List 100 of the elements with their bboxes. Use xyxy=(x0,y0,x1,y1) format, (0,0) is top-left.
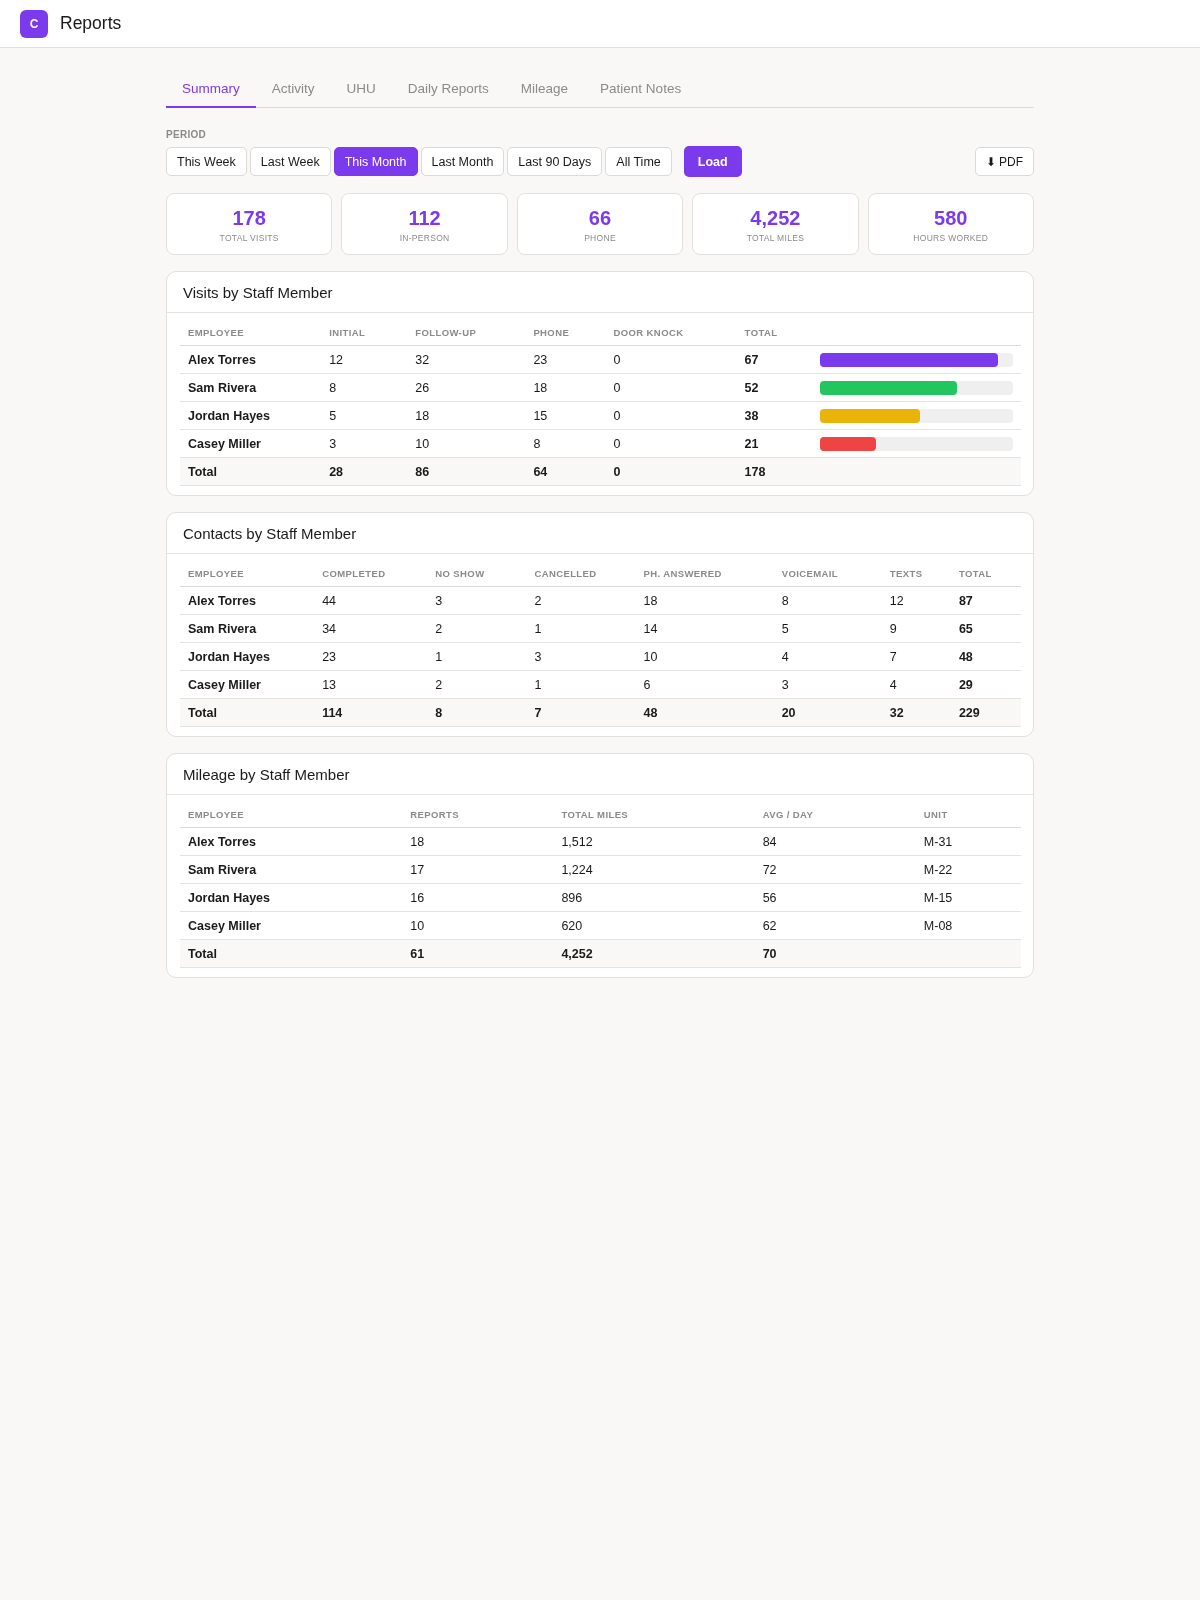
table-cell: 10 xyxy=(407,429,526,458)
period-option[interactable]: All Time xyxy=(605,147,672,176)
column-header: NO SHOW xyxy=(427,561,527,587)
period-option[interactable]: Last Week xyxy=(249,147,331,176)
table-cell: 20 xyxy=(773,698,882,727)
table-cell: Sam Rivera xyxy=(180,373,322,402)
table-cell: 18 xyxy=(525,373,606,402)
table-cell: 3 xyxy=(526,642,636,671)
table-cell: 18 xyxy=(402,827,554,856)
column-header: TEXTS xyxy=(881,561,951,587)
stat-label: PHONE xyxy=(584,232,616,243)
table-cell: 48 xyxy=(950,642,1021,671)
table-cell: 2 xyxy=(526,586,636,615)
table-cell: 72 xyxy=(754,855,916,884)
tab[interactable]: Daily Reports xyxy=(391,72,505,108)
table-cell: 896 xyxy=(553,883,755,912)
table-cell: M-31 xyxy=(915,827,1021,856)
table-cell: 64 xyxy=(525,457,606,486)
table-cell: 0 xyxy=(605,345,737,374)
pdf-button[interactable]: ⬇ PDF xyxy=(974,147,1034,176)
period-option[interactable]: Last 90 Days xyxy=(507,147,603,176)
app-logo: C xyxy=(20,9,48,38)
table-cell: 0 xyxy=(605,429,737,458)
table-cell: 65 xyxy=(950,614,1021,643)
table-cell: 44 xyxy=(314,586,428,615)
table-cell: 9 xyxy=(881,614,951,643)
load-button[interactable]: Load xyxy=(683,146,742,177)
table-cell: Total xyxy=(180,457,322,486)
column-header: COMPLETED xyxy=(314,561,428,587)
column-header: EMPLOYEE xyxy=(180,802,403,828)
table-cell: 4 xyxy=(881,670,951,699)
table-cell: 38 xyxy=(736,401,812,430)
table-cell: 1 xyxy=(427,642,527,671)
table-cell: 29 xyxy=(950,670,1021,699)
table-cell: 1,512 xyxy=(553,827,755,856)
table-cell: 32 xyxy=(407,345,526,374)
table-cell: 84 xyxy=(754,827,916,856)
table-cell: 5 xyxy=(773,614,882,643)
table-cell: 0 xyxy=(605,373,737,402)
tab[interactable]: Summary xyxy=(166,72,256,108)
table-cell: Sam Rivera xyxy=(180,855,403,884)
column-header: UNIT xyxy=(915,802,1021,828)
stat-label: IN-PERSON xyxy=(399,232,450,243)
table-cell: 3 xyxy=(773,670,882,699)
page-title: Reports xyxy=(60,13,122,34)
table-cell: 32 xyxy=(881,698,951,727)
table-cell: Casey Miller xyxy=(180,911,403,940)
table-cell: 16 xyxy=(402,883,554,912)
table-cell: 6 xyxy=(635,670,774,699)
column-header: TOTAL MILES xyxy=(553,802,755,828)
table-cell: M-15 xyxy=(915,883,1021,912)
tab[interactable]: Mileage xyxy=(504,72,585,108)
table-cell: Alex Torres xyxy=(180,586,315,615)
column-header: DOOR KNOCK xyxy=(605,320,737,346)
table-cell: 34 xyxy=(314,614,428,643)
panel-title: Contacts by Staff Member xyxy=(183,524,357,542)
table-cell: 114 xyxy=(314,698,428,727)
table-cell: 17 xyxy=(402,855,554,884)
table-cell: 5 xyxy=(321,401,408,430)
column-header: VOICEMAIL xyxy=(773,561,882,587)
table-cell: 14 xyxy=(635,614,774,643)
period-option[interactable]: This Month xyxy=(333,147,418,176)
column-header: INITIAL xyxy=(321,320,408,346)
table-cell: 18 xyxy=(407,401,526,430)
panel-title: Visits by Staff Member xyxy=(183,283,333,301)
panel-title: Mileage by Staff Member xyxy=(183,765,350,783)
table-cell: 87 xyxy=(950,586,1021,615)
table-cell: 0 xyxy=(605,401,737,430)
table-cell: 178 xyxy=(736,457,812,486)
period-option[interactable]: This Week xyxy=(166,147,247,176)
table-cell: 21 xyxy=(736,429,812,458)
column-header: CANCELLED xyxy=(526,561,636,587)
table-cell: 1,224 xyxy=(553,855,755,884)
table-cell: M-22 xyxy=(915,855,1021,884)
tab[interactable]: Patient Notes xyxy=(584,72,698,108)
table-cell: 18 xyxy=(635,586,774,615)
table-cell: 8 xyxy=(427,698,527,727)
table-cell: Alex Torres xyxy=(180,827,403,856)
column-header: PH. ANSWERED xyxy=(635,561,774,587)
table-cell: 1 xyxy=(526,670,636,699)
table-cell: 2 xyxy=(427,614,527,643)
table-cell: Sam Rivera xyxy=(180,614,315,643)
table-cell: M-08 xyxy=(915,911,1021,940)
tab[interactable]: Activity xyxy=(255,72,331,108)
table-cell: 26 xyxy=(407,373,526,402)
tab[interactable]: UHU xyxy=(330,72,392,108)
column-header: PHONE xyxy=(525,320,606,346)
table-cell: 56 xyxy=(754,883,916,912)
table-cell: 28 xyxy=(321,457,408,486)
table-cell: 8 xyxy=(525,429,606,458)
table-cell: 3 xyxy=(427,586,527,615)
table-cell: 8 xyxy=(773,586,882,615)
period-option[interactable]: Last Month xyxy=(420,147,505,176)
column-header: AVG / DAY xyxy=(754,802,916,828)
table-cell: Total xyxy=(180,939,403,968)
table-cell: 1 xyxy=(526,614,636,643)
table-cell: 70 xyxy=(754,939,916,968)
table-cell: 3 xyxy=(321,429,408,458)
table-cell: Total xyxy=(180,698,315,727)
table-cell: Jordan Hayes xyxy=(180,401,322,430)
